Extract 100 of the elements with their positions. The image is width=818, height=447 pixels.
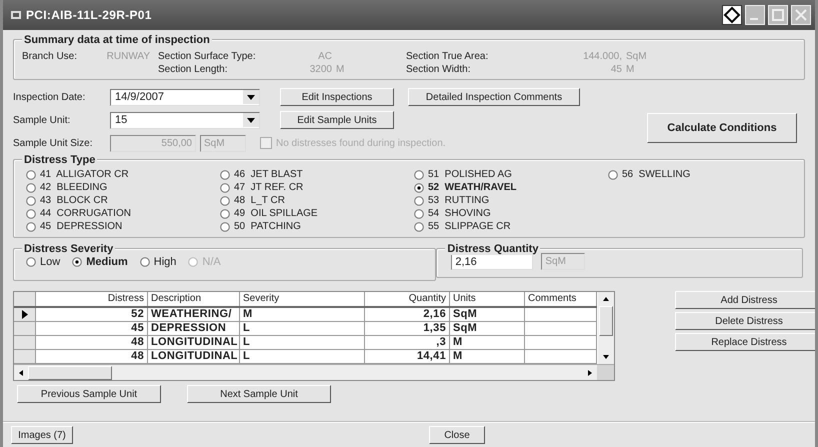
table-cell: 2,16 — [365, 308, 450, 321]
radio-button[interactable] — [608, 170, 618, 180]
distress-type-option[interactable]: 56 SWELLING — [608, 168, 758, 181]
vertical-scrollbar[interactable] — [598, 292, 614, 364]
quantity-field[interactable]: 2,16 — [451, 253, 534, 270]
radio-button[interactable] — [414, 196, 424, 206]
distress-type-option[interactable]: 43 BLOCK CR — [26, 194, 220, 207]
distress-type-option[interactable]: 46 JET BLAST — [220, 168, 414, 181]
field-label: Sample Unit Size: — [13, 138, 94, 148]
distress-type-option[interactable]: 51 POLISHED AG — [414, 168, 608, 181]
table-cell: 52 — [36, 308, 148, 321]
horizontal-scrollbar[interactable] — [14, 364, 614, 380]
table-cell: L — [240, 336, 365, 349]
field-label: Section True Area: — [406, 51, 490, 62]
distress-action-button[interactable]: Delete Distress — [675, 312, 815, 330]
radio-button[interactable] — [26, 196, 36, 206]
diamond-icon[interactable] — [722, 5, 742, 25]
table-cell: M — [450, 350, 525, 363]
table-cell: WEATHERING/ — [148, 308, 240, 321]
radio-button[interactable] — [140, 257, 150, 267]
sample-unit-nav-button[interactable]: Next Sample Unit — [187, 385, 331, 403]
inspection-comments-button[interactable]: Detailed Inspection Comments — [408, 88, 580, 106]
radio-button[interactable] — [72, 257, 82, 267]
radio-button[interactable] — [26, 257, 36, 267]
distress-type-option[interactable]: 55 SLIPPAGE CR — [414, 220, 608, 233]
table-cell: L — [240, 322, 365, 335]
distress-type-option[interactable]: 44 CORRUGATION — [26, 207, 220, 220]
distress-type-option[interactable]: 48 L_T CR — [220, 194, 414, 207]
column-header[interactable]: Units — [450, 292, 525, 306]
severity-option[interactable]: High — [140, 256, 176, 268]
distress-type-option[interactable]: 42 BLEEDING — [26, 181, 220, 194]
current-row-icon — [22, 310, 28, 319]
calculate-conditions-button[interactable]: Calculate Conditions — [647, 113, 797, 143]
radio-button[interactable] — [220, 196, 230, 206]
field-value: 144.000, — [582, 51, 623, 62]
sample-unit-nav-button[interactable]: Previous Sample Unit — [17, 385, 161, 403]
table-cell: L — [240, 350, 365, 363]
radio-button[interactable] — [414, 208, 424, 218]
edit-inspections-button[interactable]: Edit Inspections — [280, 88, 394, 106]
table-cell: LONGITUDINAL — [148, 336, 240, 349]
field-value: RUNWAY — [106, 51, 151, 62]
distress-type-option[interactable]: 50 PATCHING — [220, 220, 414, 233]
edit-sample-units-button[interactable]: Edit Sample Units — [280, 111, 394, 129]
sample-unit-dropdown[interactable]: 15 — [110, 112, 260, 128]
table-cell: 1,35 — [365, 322, 450, 335]
radio-button[interactable] — [26, 222, 36, 232]
column-header[interactable]: Distress — [36, 292, 148, 306]
radio-button[interactable] — [26, 182, 36, 192]
radio-button[interactable] — [220, 208, 230, 218]
table-cell: 14,41 — [365, 350, 450, 363]
radio-button[interactable] — [220, 170, 230, 180]
close-button[interactable]: Close — [429, 426, 485, 444]
column-header[interactable]: Description — [148, 292, 240, 306]
column-header[interactable]: Quantity — [365, 292, 450, 306]
field-label: Section Surface Type: — [158, 51, 257, 62]
radio-button[interactable] — [26, 208, 36, 218]
scroll-thumb[interactable] — [28, 366, 112, 380]
radio-button[interactable] — [220, 182, 230, 192]
group-title: Distress Severity — [22, 243, 116, 255]
distress-type-option[interactable]: 53 RUTTING — [414, 194, 608, 207]
images-button[interactable]: Images (7) — [11, 426, 73, 444]
table-cell: LONGITUDINAL — [148, 350, 240, 363]
severity-option[interactable]: Medium — [72, 256, 128, 268]
distress-type-option[interactable]: 54 SHOVING — [414, 207, 608, 220]
distress-action-button[interactable]: Add Distress — [675, 291, 815, 309]
date-dropdown[interactable]: 14/9/2007 — [110, 88, 260, 106]
radio-button[interactable] — [414, 182, 424, 192]
table-cell: SqM — [450, 322, 525, 335]
field-value: AC — [317, 51, 333, 62]
distress-type-option[interactable]: 52 WEATH/RAVEL — [414, 181, 608, 194]
row-header[interactable] — [14, 308, 36, 321]
table-cell: ,3 — [365, 336, 450, 349]
unit-label: M — [626, 64, 634, 75]
radio-button[interactable] — [414, 222, 424, 232]
table-cell: 48 — [36, 350, 148, 363]
distress-action-button[interactable]: Replace Distress — [675, 333, 815, 351]
table-cell: DEPRESSION — [148, 322, 240, 335]
distress-type-option[interactable]: 41 ALLIGATOR CR — [26, 168, 220, 181]
radio-button[interactable] — [26, 170, 36, 180]
field-label: Sample Unit: — [13, 114, 72, 126]
table-cell: M — [450, 336, 525, 349]
field-label: Section Width: — [406, 64, 472, 75]
window-title: PCI:AIB-11L-29R-P01 — [26, 8, 153, 22]
scroll-thumb[interactable] — [599, 306, 613, 336]
severity-option[interactable]: Low — [26, 256, 60, 268]
radio-button[interactable] — [414, 170, 424, 180]
table-cell: SqM — [450, 308, 525, 321]
radio-button[interactable] — [220, 222, 230, 232]
unit-label: SqM — [626, 51, 647, 62]
distress-type-option[interactable]: 47 JT REF. CR — [220, 181, 414, 194]
column-header[interactable]: Comments — [525, 292, 597, 306]
column-header[interactable]: Severity — [240, 292, 365, 306]
checkbox-label: No distresses found during inspection. — [276, 138, 446, 148]
distress-type-option[interactable]: 45 DEPRESSION — [26, 220, 220, 233]
caret-icon — [242, 90, 259, 104]
field-label: Inspection Date: — [13, 92, 86, 102]
caret-icon — [242, 113, 259, 127]
distress-type-option[interactable]: 49 OIL SPILLAGE — [220, 207, 414, 220]
table-cell: 48 — [36, 336, 148, 349]
field-value: 45 — [610, 64, 623, 75]
